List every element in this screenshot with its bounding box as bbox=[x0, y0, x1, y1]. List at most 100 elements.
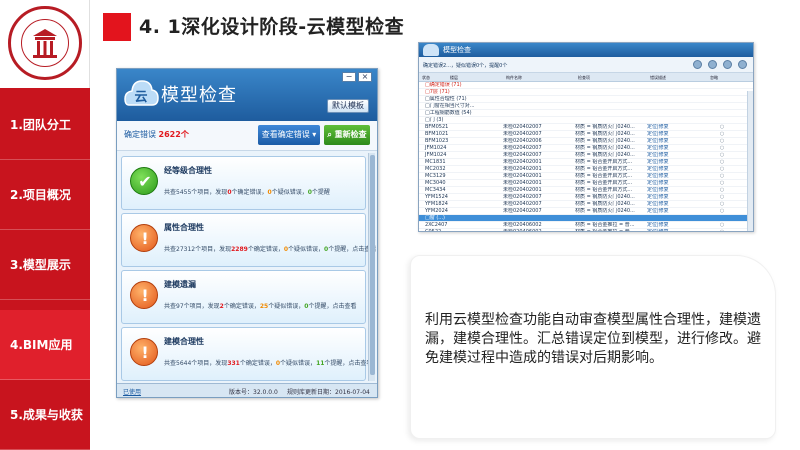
version-text: 版本号：32.0.0.0 bbox=[229, 389, 278, 396]
table-row[interactable]: BFM1021 未检020402007 材质 = 钢质防火门0240... 定位|修复… bbox=[419, 131, 753, 138]
table-cell[interactable]: 定位|修复 bbox=[647, 166, 707, 172]
table-cell[interactable]: 定位|修复 bbox=[647, 152, 707, 158]
table-cell[interactable] bbox=[647, 89, 707, 95]
error-count: 2622个 bbox=[158, 130, 189, 139]
table-cell[interactable] bbox=[707, 96, 737, 102]
close-button[interactable]: × bbox=[358, 72, 372, 82]
table-cell[interactable]: ○ bbox=[707, 131, 737, 137]
table-cell[interactable] bbox=[647, 215, 707, 221]
table-cell[interactable]: 定位|修复 bbox=[647, 159, 707, 165]
table-row[interactable]: □7层 (71) bbox=[419, 89, 753, 96]
table-cell[interactable]: ○ bbox=[707, 201, 737, 207]
sidebar-item-results[interactable]: 5.成果与收获 bbox=[0, 380, 90, 450]
table-row[interactable]: □属性合理性 (71) bbox=[419, 96, 753, 103]
table-cell[interactable] bbox=[707, 215, 737, 221]
table-cell[interactable]: ○ bbox=[707, 194, 737, 200]
table-cell[interactable] bbox=[647, 103, 707, 109]
table-cell[interactable]: ○ bbox=[707, 229, 737, 231]
remove-icon[interactable] bbox=[708, 60, 717, 69]
sidebar-item-team[interactable]: 1.团队分工 bbox=[0, 90, 90, 160]
check-item[interactable]: ! 建模合理性 共查5644个项目，发现331个确定错误，0个疑似错误，11个提… bbox=[121, 327, 372, 381]
table-row[interactable]: JFM1024 未检020402007 材质 = 钢质防火门0240... 定位|修复… bbox=[419, 152, 753, 159]
table-cell[interactable]: ○ bbox=[707, 152, 737, 158]
table-cell: 未检020402001 bbox=[503, 180, 542, 186]
table-row[interactable]: YFM1524 未检020402007 材质 = 钢质防火门0240... 定位|修复… bbox=[419, 194, 753, 201]
table-cell[interactable]: ○ bbox=[707, 173, 737, 179]
default-template-button[interactable]: 默认模板 bbox=[327, 99, 369, 113]
table-cell[interactable]: ○ bbox=[707, 222, 737, 228]
header-cell[interactable]: 检查项 bbox=[575, 73, 647, 81]
app-title: 模型检查 bbox=[161, 85, 237, 106]
table-cell[interactable]: 定位|修复 bbox=[647, 173, 707, 179]
add-icon[interactable] bbox=[693, 60, 702, 69]
table-cell[interactable]: 定位|修复 bbox=[647, 194, 707, 200]
table-cell[interactable]: ○ bbox=[707, 138, 737, 144]
table-row[interactable]: BFM1023 未检020402006 材质 = 钢质防火门0240... 定位|修复… bbox=[419, 138, 753, 145]
scroll-thumb[interactable] bbox=[370, 155, 375, 375]
table-cell[interactable] bbox=[707, 117, 737, 123]
settings-icon[interactable] bbox=[738, 60, 747, 69]
table-cell[interactable]: 定位|修复 bbox=[647, 208, 707, 214]
table-cell[interactable]: 定位|修复 bbox=[647, 222, 707, 228]
table-row[interactable]: MC2032 未检020402001 材质 = 铝合金开启方式... 定位|修复 ○ bbox=[419, 166, 753, 173]
table-cell[interactable]: ○ bbox=[707, 208, 737, 214]
table-row[interactable]: □窗 (...) bbox=[419, 215, 753, 222]
table-row[interactable]: C0522 未检020406002 材质 = 铝合金推拉 = 普... 定位|修复 ○ bbox=[419, 229, 753, 231]
table-row[interactable]: □门 (3) bbox=[419, 117, 753, 124]
table-cell[interactable]: ○ bbox=[707, 187, 737, 193]
table-cell: 未检020402001 bbox=[503, 166, 542, 172]
table-cell[interactable] bbox=[707, 82, 737, 88]
table-cell[interactable]: 定位|修复 bbox=[647, 145, 707, 151]
table-row[interactable]: MC3434 未检020402001 材质 = 铝合金开启方式... 定位|修复 ○ bbox=[419, 187, 753, 194]
table-cell[interactable]: 定位|修复 bbox=[647, 201, 707, 207]
table-cell[interactable] bbox=[647, 96, 707, 102]
table-cell[interactable]: 定位|修复 bbox=[647, 124, 707, 130]
table-cell[interactable]: 定位|修复 bbox=[647, 187, 707, 193]
header-cell[interactable]: 楼层 bbox=[447, 73, 503, 81]
table-row[interactable]: YFM1824 未检020402007 材质 = 钢质防火门0240... 定位|修复… bbox=[419, 201, 753, 208]
results-scrollbar[interactable] bbox=[747, 91, 753, 231]
check-item-title: 建模合理性 bbox=[164, 337, 204, 346]
table-cell[interactable] bbox=[647, 82, 707, 88]
table-row[interactable]: YFM2024 未检020402007 材质 = 钢质防火门0240... 定位|修复… bbox=[419, 208, 753, 215]
check-item[interactable]: ! 建模遗漏 共查97个项目，发现2个确定错误，25个疑似错误，0个提醒，点击查… bbox=[121, 270, 366, 324]
sidebar-item-model[interactable]: 3.模型展示 bbox=[0, 230, 90, 300]
recheck-button[interactable]: ⌕ 重新检查 bbox=[324, 125, 370, 145]
table-row[interactable]: JFM1024 未检020402007 材质 = 钢质防火门0240... 定位|修复… bbox=[419, 145, 753, 152]
minimize-button[interactable]: − bbox=[342, 72, 356, 82]
table-row[interactable]: □门窗在相当尺寸对... bbox=[419, 103, 753, 110]
export-icon[interactable] bbox=[723, 60, 732, 69]
header-cell[interactable]: 构件名称 bbox=[503, 73, 575, 81]
table-cell[interactable] bbox=[707, 103, 737, 109]
table-cell[interactable] bbox=[647, 110, 707, 116]
table-cell[interactable] bbox=[707, 89, 737, 95]
table-cell[interactable]: ○ bbox=[707, 124, 737, 130]
table-cell[interactable]: ○ bbox=[707, 145, 737, 151]
table-row[interactable]: 2XC2407 未检020406002 材质 = 铝合金推拉 = 普... 定位|修复… bbox=[419, 222, 753, 229]
table-cell[interactable] bbox=[647, 117, 707, 123]
header-cell[interactable]: 状态 bbox=[419, 73, 447, 81]
table-cell[interactable]: 定位|修复 bbox=[647, 138, 707, 144]
table-row[interactable]: □工程钢筋数值 (54) bbox=[419, 110, 753, 117]
table-cell[interactable]: 定位|修复 bbox=[647, 229, 707, 231]
table-row[interactable]: MC3040 未检020402001 材质 = 铝合金开启方式... 定位|修复 ○ bbox=[419, 180, 753, 187]
header-cell[interactable]: 错误描述 bbox=[647, 73, 707, 81]
table-cell[interactable]: ○ bbox=[707, 166, 737, 172]
table-row[interactable]: □确定错误 (71) bbox=[419, 82, 753, 89]
sidebar-item-bim[interactable]: 4.BIM应用 bbox=[0, 310, 90, 380]
view-errors-button[interactable]: 查看确定错误 ▾ bbox=[258, 125, 320, 145]
vertical-scrollbar[interactable] bbox=[368, 153, 375, 381]
table-row[interactable]: MC3129 未检020402001 材质 = 铝合金开启方式... 定位|修复 ○ bbox=[419, 173, 753, 180]
table-row[interactable]: MC1831 未检020402001 材质 = 铝合金开启方式... 定位|修复 ○ bbox=[419, 159, 753, 166]
feedback-link[interactable]: 已使用 bbox=[123, 387, 141, 396]
check-item[interactable]: ✔ 经等级合理性 共查5455个项目，发现0个确定错误，0个疑似错误，0个提醒 bbox=[121, 156, 366, 210]
table-cell[interactable]: 定位|修复 bbox=[647, 180, 707, 186]
table-row[interactable]: BFM0521 未检020402007 材质 = 钢质防火门0240... 定位|修复… bbox=[419, 124, 753, 131]
table-cell[interactable]: ○ bbox=[707, 180, 737, 186]
check-item[interactable]: ! 属性合理性 共查27312个项目，发现2289个确定错误，0个疑似错误，0个… bbox=[121, 213, 376, 267]
table-cell[interactable]: 定位|修复 bbox=[647, 131, 707, 137]
table-cell[interactable]: ○ bbox=[707, 159, 737, 165]
header-cell[interactable]: 忽略 bbox=[707, 73, 737, 81]
table-cell[interactable] bbox=[707, 110, 737, 116]
sidebar-item-overview[interactable]: 2.项目概况 bbox=[0, 160, 90, 230]
